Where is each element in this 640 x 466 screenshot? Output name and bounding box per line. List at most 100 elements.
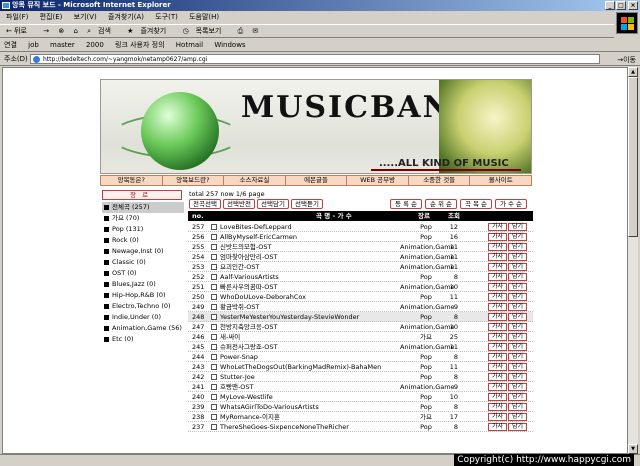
menu-help[interactable]: 도움말(H) <box>189 13 219 21</box>
row-title[interactable]: LoveBites-DefLeppard <box>220 222 396 232</box>
print-icon[interactable]: ⎙ <box>238 27 244 35</box>
forward-button[interactable]: → <box>43 27 49 35</box>
link-2000[interactable]: 2000 <box>86 41 104 49</box>
add-button[interactable]: 담기 <box>508 223 527 231</box>
menu-edit[interactable]: 편집(E) <box>40 13 63 21</box>
add-button[interactable]: 담기 <box>508 373 527 381</box>
lyrics-button[interactable]: 가사 <box>488 323 507 331</box>
add-button[interactable]: 담기 <box>508 313 527 321</box>
lyrics-button[interactable]: 가사 <box>488 283 507 291</box>
row-title[interactable]: 천방지축앙크응-OST <box>220 322 396 332</box>
lyrics-button[interactable]: 가사 <box>488 253 507 261</box>
row-checkbox[interactable] <box>211 314 217 320</box>
nav-sources[interactable]: 소스자료실 <box>224 176 286 185</box>
maximize-button[interactable]: □ <box>616 1 626 10</box>
genre-item[interactable]: Etc (0) <box>102 334 184 345</box>
lyrics-button[interactable]: 가사 <box>488 313 507 321</box>
lyrics-button[interactable]: 가사 <box>488 273 507 281</box>
row-title[interactable]: 슈퍼전사그랑죠-OST <box>220 342 396 352</box>
genre-item[interactable]: Newage,Inst (0) <box>102 246 184 257</box>
add-button[interactable]: 담기 <box>508 293 527 301</box>
link-windows[interactable]: Windows <box>214 41 245 49</box>
row-title[interactable]: 호빵맨-OST <box>220 382 396 392</box>
lyrics-button[interactable]: 가사 <box>488 303 507 311</box>
add-button[interactable]: 담기 <box>508 403 527 411</box>
row-title[interactable]: 요괴인간-OST <box>220 262 396 272</box>
search-button[interactable]: ⌕ 검색 <box>87 27 118 35</box>
add-button[interactable]: 담기 <box>508 333 527 341</box>
play-selected-button[interactable]: 선택듣기 <box>291 199 323 209</box>
row-title[interactable]: 황금박쥐-OST <box>220 302 396 312</box>
favorites-button[interactable]: ★ 즐겨찾기 <box>127 27 173 35</box>
lyrics-button[interactable]: 가사 <box>488 233 507 241</box>
nav-web-study[interactable]: WEB 공부방 <box>347 176 409 185</box>
row-title[interactable]: 새-싸이 <box>220 332 396 342</box>
row-title[interactable]: Power-Snap <box>220 352 396 362</box>
row-title[interactable]: Stutter-Joe <box>220 372 396 382</box>
add-button[interactable]: 담기 <box>508 383 527 391</box>
scroll-down-arrow-icon[interactable]: ▼ <box>628 444 638 454</box>
menu-tools[interactable]: 도구(T) <box>155 13 178 21</box>
link-job[interactable]: job <box>28 41 39 49</box>
go-button[interactable]: →이동 <box>617 53 636 67</box>
row-checkbox[interactable] <box>211 424 217 430</box>
row-checkbox[interactable] <box>211 374 217 380</box>
invert-selection-button[interactable]: 선택반전 <box>223 199 255 209</box>
lyrics-button[interactable]: 가사 <box>488 383 507 391</box>
add-button[interactable]: 담기 <box>508 353 527 361</box>
link-customize[interactable]: 링크 사용자 정의 <box>115 41 165 49</box>
add-button[interactable]: 담기 <box>508 343 527 351</box>
nav-mall[interactable]: 몰사이트 <box>470 176 531 185</box>
add-button[interactable]: 담기 <box>508 303 527 311</box>
genre-item[interactable]: Classic (0) <box>102 257 184 268</box>
lyrics-button[interactable]: 가사 <box>488 373 507 381</box>
row-title[interactable]: WhoDoULove-DeborahCox <box>220 292 396 302</box>
nav-board[interactable]: 앙목보드란? <box>163 176 225 185</box>
lyrics-button[interactable]: 가사 <box>488 333 507 341</box>
genre-item[interactable]: Rock (0) <box>102 235 184 246</box>
row-checkbox[interactable] <box>211 264 217 270</box>
row-checkbox[interactable] <box>211 354 217 360</box>
add-button[interactable]: 담기 <box>508 263 527 271</box>
close-button[interactable]: × <box>628 1 638 10</box>
lyrics-button[interactable]: 가사 <box>488 393 507 401</box>
add-selected-button[interactable]: 선택담기 <box>257 199 289 209</box>
genre-item[interactable]: Animation,Game (56) <box>102 323 184 334</box>
minimize-button[interactable]: _ <box>605 1 615 10</box>
genre-item[interactable]: 가요 (70) <box>102 213 184 224</box>
row-checkbox[interactable] <box>211 394 217 400</box>
genre-item[interactable]: 전체곡 (257) <box>102 202 184 213</box>
menu-favorites[interactable]: 즐겨찾기(A) <box>108 13 144 21</box>
sort-by-title-button[interactable]: 곡 목 순 <box>460 199 492 209</box>
row-checkbox[interactable] <box>211 254 217 260</box>
menu-file[interactable]: 파일(F) <box>6 13 28 21</box>
row-checkbox[interactable] <box>211 244 217 250</box>
add-button[interactable]: 담기 <box>508 423 527 431</box>
nav-about[interactable]: 앙목동은? <box>101 176 163 185</box>
row-checkbox[interactable] <box>211 234 217 240</box>
row-checkbox[interactable] <box>211 334 217 340</box>
genre-item[interactable]: Hip-Hop,R&B (0) <box>102 290 184 301</box>
genre-item[interactable]: Indie,Under (0) <box>102 312 184 323</box>
row-title[interactable]: WhatsAGirlToDo-VariousArtists <box>220 402 396 412</box>
genre-item[interactable]: Pop (131) <box>102 224 184 235</box>
row-title[interactable]: YesterMeYesterYouYesterday-StevieWonder <box>220 312 396 322</box>
home-button[interactable]: ⌂ <box>73 27 77 35</box>
mail-icon[interactable]: ✉ <box>252 27 258 35</box>
row-checkbox[interactable] <box>211 364 217 370</box>
link-hotmail[interactable]: Hotmail <box>176 41 203 49</box>
genre-item[interactable]: Blues,Jazz (0) <box>102 279 184 290</box>
row-title[interactable]: 신밧드의모험-OST <box>220 242 396 252</box>
lyrics-button[interactable]: 가사 <box>488 413 507 421</box>
lyrics-button[interactable]: 가사 <box>488 343 507 351</box>
add-button[interactable]: 담기 <box>508 323 527 331</box>
row-title[interactable]: 빠른사우의꿈따-OST <box>220 282 396 292</box>
genre-button[interactable]: 장르 <box>102 190 182 200</box>
add-button[interactable]: 담기 <box>508 283 527 291</box>
sort-by-artist-button[interactable]: 가 수 순 <box>495 199 527 209</box>
add-button[interactable]: 담기 <box>508 363 527 371</box>
row-checkbox[interactable] <box>211 404 217 410</box>
lyrics-button[interactable]: 가사 <box>488 403 507 411</box>
row-checkbox[interactable] <box>211 324 217 330</box>
row-title[interactable]: MyLove-Westlife <box>220 392 396 402</box>
